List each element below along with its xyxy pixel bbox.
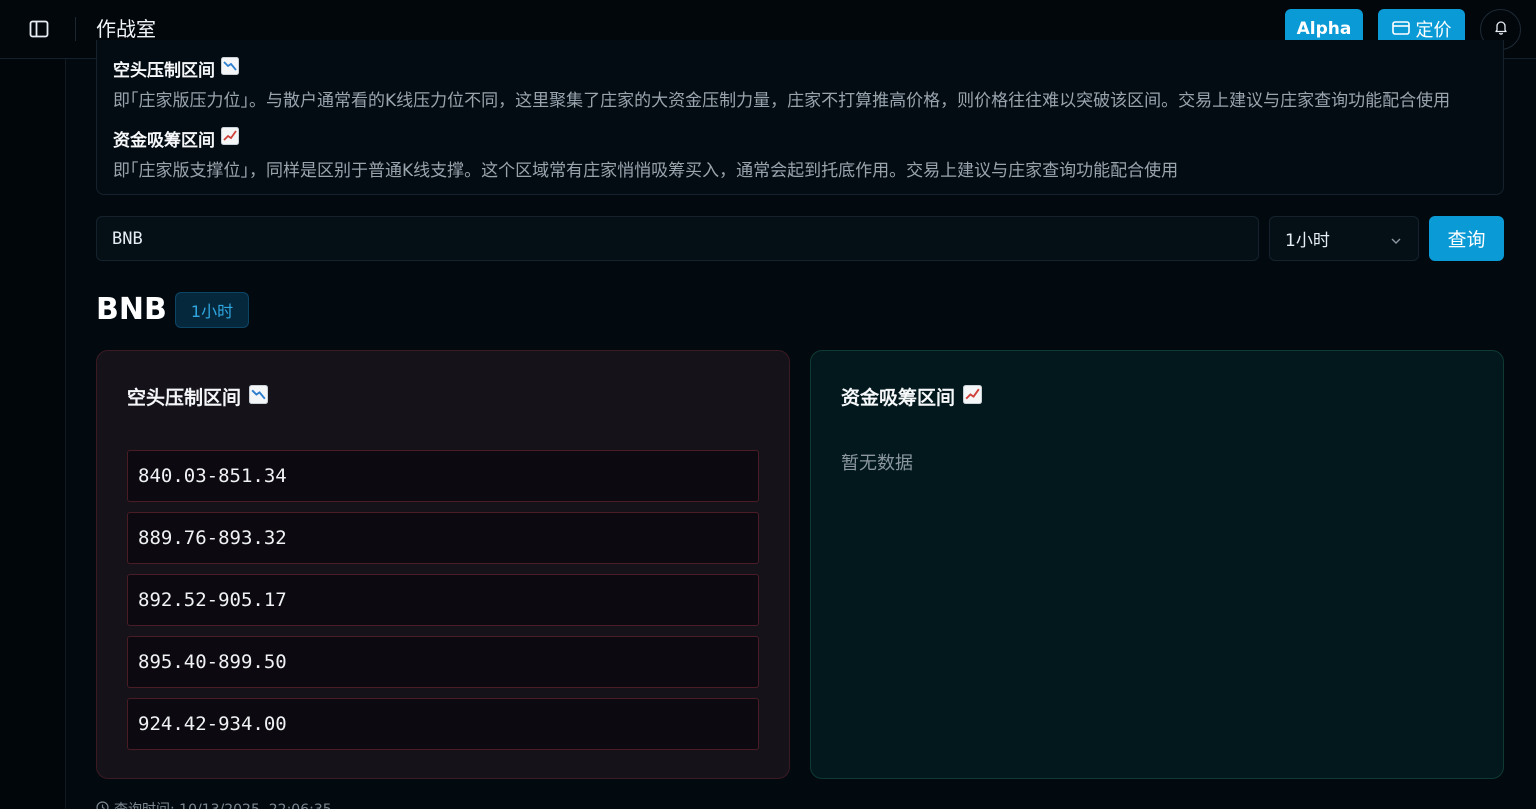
chart-decreasing-icon <box>221 57 239 80</box>
info-resist-title-text: 空头压制区间 <box>113 61 215 81</box>
interval-badge: 1小时 <box>175 292 249 328</box>
card-icon <box>1391 19 1410 40</box>
interval-select-value: 1小时 <box>1285 231 1330 251</box>
range-row: 924.42-934.00 <box>127 698 759 750</box>
alpha-button-label: Alpha <box>1296 19 1352 39</box>
resist-card-title-text: 空头压制区间 <box>127 387 242 409</box>
support-card: 资金吸筹区间 暂无数据 <box>810 350 1504 779</box>
info-resist-title: 空头压制区间 <box>113 56 239 81</box>
range-row: 889.76-893.32 <box>127 512 759 564</box>
info-support-title-text: 资金吸筹区间 <box>113 131 215 151</box>
info-resist-desc: 即｢庄家版压力位｣。与散户通常看的K线压力位不同，这里聚集了庄家的大资金压制力量… <box>113 91 1451 111</box>
bell-icon <box>1494 20 1508 39</box>
query-button[interactable]: 查询 <box>1429 216 1504 261</box>
chart-increasing-icon <box>963 384 983 409</box>
symbol-input[interactable] <box>96 216 1259 261</box>
support-card-title-text: 资金吸筹区间 <box>841 387 956 409</box>
result-symbol: BNB <box>96 292 167 327</box>
interval-select[interactable]: 1小时 <box>1269 216 1419 261</box>
chart-increasing-icon <box>221 127 239 150</box>
support-empty-text: 暂无数据 <box>841 453 913 474</box>
left-rail <box>0 59 66 809</box>
pricing-button-label: 定价 <box>1415 20 1452 41</box>
query-time-text: 查询时间: 10/13/2025, 22:06:35 <box>114 799 332 809</box>
sidebar-toggle-icon[interactable] <box>26 16 52 42</box>
chevron-down-icon <box>1390 232 1402 252</box>
clock-icon <box>96 800 109 809</box>
resist-card: 空头压制区间 840.03-851.34 889.76-893.32 892.5… <box>96 350 790 779</box>
range-row: 895.40-899.50 <box>127 636 759 688</box>
resist-range-list: 840.03-851.34 889.76-893.32 892.52-905.1… <box>127 450 759 760</box>
query-button-label: 查询 <box>1447 229 1486 251</box>
header-divider <box>75 17 76 41</box>
info-support-desc: 即｢庄家版支撑位｣，同样是区别于普通K线支撑。这个区域常有庄家悄悄吸筹买入，通常… <box>113 161 1179 181</box>
query-time: 查询时间: 10/13/2025, 22:06:35 <box>96 799 332 809</box>
support-card-title: 资金吸筹区间 <box>841 383 983 410</box>
info-support-title: 资金吸筹区间 <box>113 126 239 151</box>
chart-decreasing-icon <box>249 384 269 409</box>
info-panel: 空头压制区间 即｢庄家版压力位｣。与散户通常看的K线压力位不同，这里聚集了庄家的… <box>96 40 1504 195</box>
resist-card-title: 空头压制区间 <box>127 383 269 410</box>
range-row: 840.03-851.34 <box>127 450 759 502</box>
app-title: 作战室 <box>96 17 156 41</box>
range-row: 892.52-905.17 <box>127 574 759 626</box>
